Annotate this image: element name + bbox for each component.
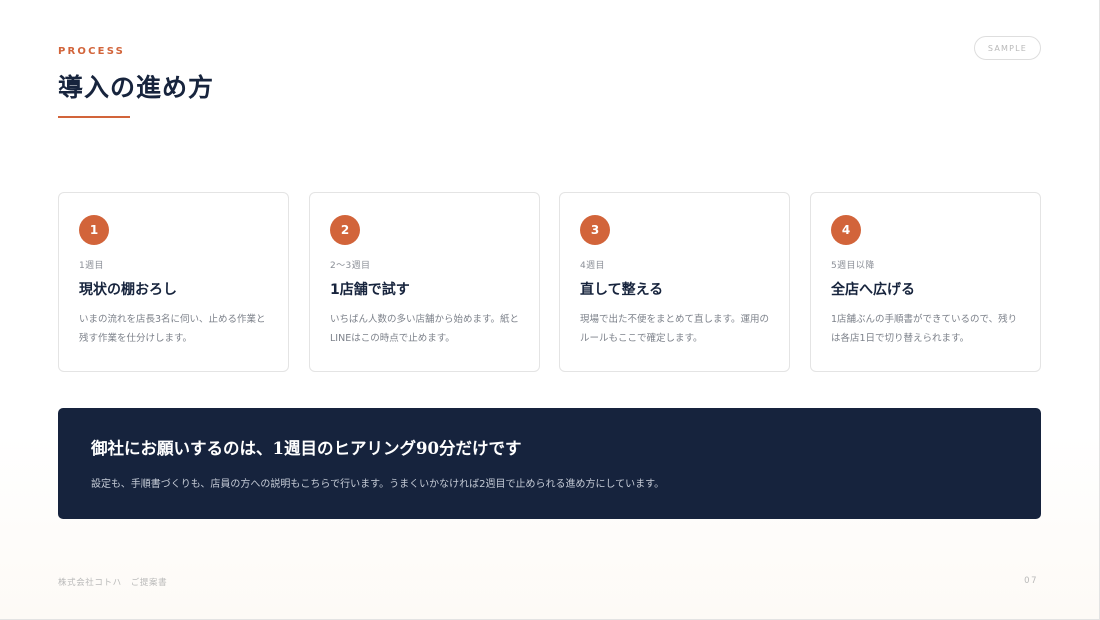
step-period: 5週目以降 <box>831 261 875 271</box>
step-description: いまの流れを店長3名に伺い、止める作業と残す作業を仕分けします。 <box>79 314 266 344</box>
callout-box: 御社にお願いするのは、1週目のヒアリング90分だけです 設定も、手順書づくりも、… <box>58 408 1041 519</box>
step-description: 1店舗ぶんの手順書ができているので、残りは各店1日で切り替えられます。 <box>831 314 1018 344</box>
step-period: 2〜3週目 <box>330 261 371 271</box>
section-eyebrow: PROCESS <box>58 46 126 57</box>
step-period: 4週目 <box>580 261 605 271</box>
page-title: 導入の進め方 <box>58 73 215 102</box>
sample-badge: SAMPLE <box>974 36 1041 60</box>
title-underline <box>58 116 130 118</box>
page-number: 07 <box>1024 576 1038 586</box>
step-description: 現場で出た不便をまとめて直します。運用のルールもここで確定します。 <box>580 314 770 344</box>
step-number-badge: 4 <box>831 215 861 245</box>
step-title: 現状の棚おろし <box>79 282 177 298</box>
step-card-1: 1 1週目 現状の棚おろし いまの流れを店長3名に伺い、止める作業と残す作業を仕… <box>58 192 289 372</box>
step-title: 1店舗で試す <box>330 282 410 298</box>
callout-body: 設定も、手順書づくりも、店員の方への説明もこちらで行います。うまくいかなければ2… <box>91 479 665 490</box>
callout-heading: 御社にお願いするのは、1週目のヒアリング90分だけです <box>91 439 522 458</box>
step-title: 全店へ広げる <box>831 282 915 298</box>
step-description: いちばん人数の多い店舗から始めます。紙とLINEはこの時点で止めます。 <box>330 314 520 344</box>
step-period: 1週目 <box>79 261 104 271</box>
step-card-2: 2 2〜3週目 1店舗で試す いちばん人数の多い店舗から始めます。紙とLINEは… <box>309 192 540 372</box>
slide: PROCESS 導入の進め方 SAMPLE 1 1週目 現状の棚おろし いまの流… <box>0 0 1100 620</box>
step-number-badge: 3 <box>580 215 610 245</box>
step-number-badge: 1 <box>79 215 109 245</box>
step-card-3: 3 4週目 直して整える 現場で出た不便をまとめて直します。運用のルールもここで… <box>559 192 790 372</box>
step-title: 直して整える <box>580 282 664 298</box>
step-number-badge: 2 <box>330 215 360 245</box>
step-card-4: 4 5週目以降 全店へ広げる 1店舗ぶんの手順書ができているので、残りは各店1日… <box>810 192 1041 372</box>
process-steps: 1 1週目 現状の棚おろし いまの流れを店長3名に伺い、止める作業と残す作業を仕… <box>58 192 1041 372</box>
footer-company: 株式会社コトハ ご提案書 <box>58 578 168 588</box>
